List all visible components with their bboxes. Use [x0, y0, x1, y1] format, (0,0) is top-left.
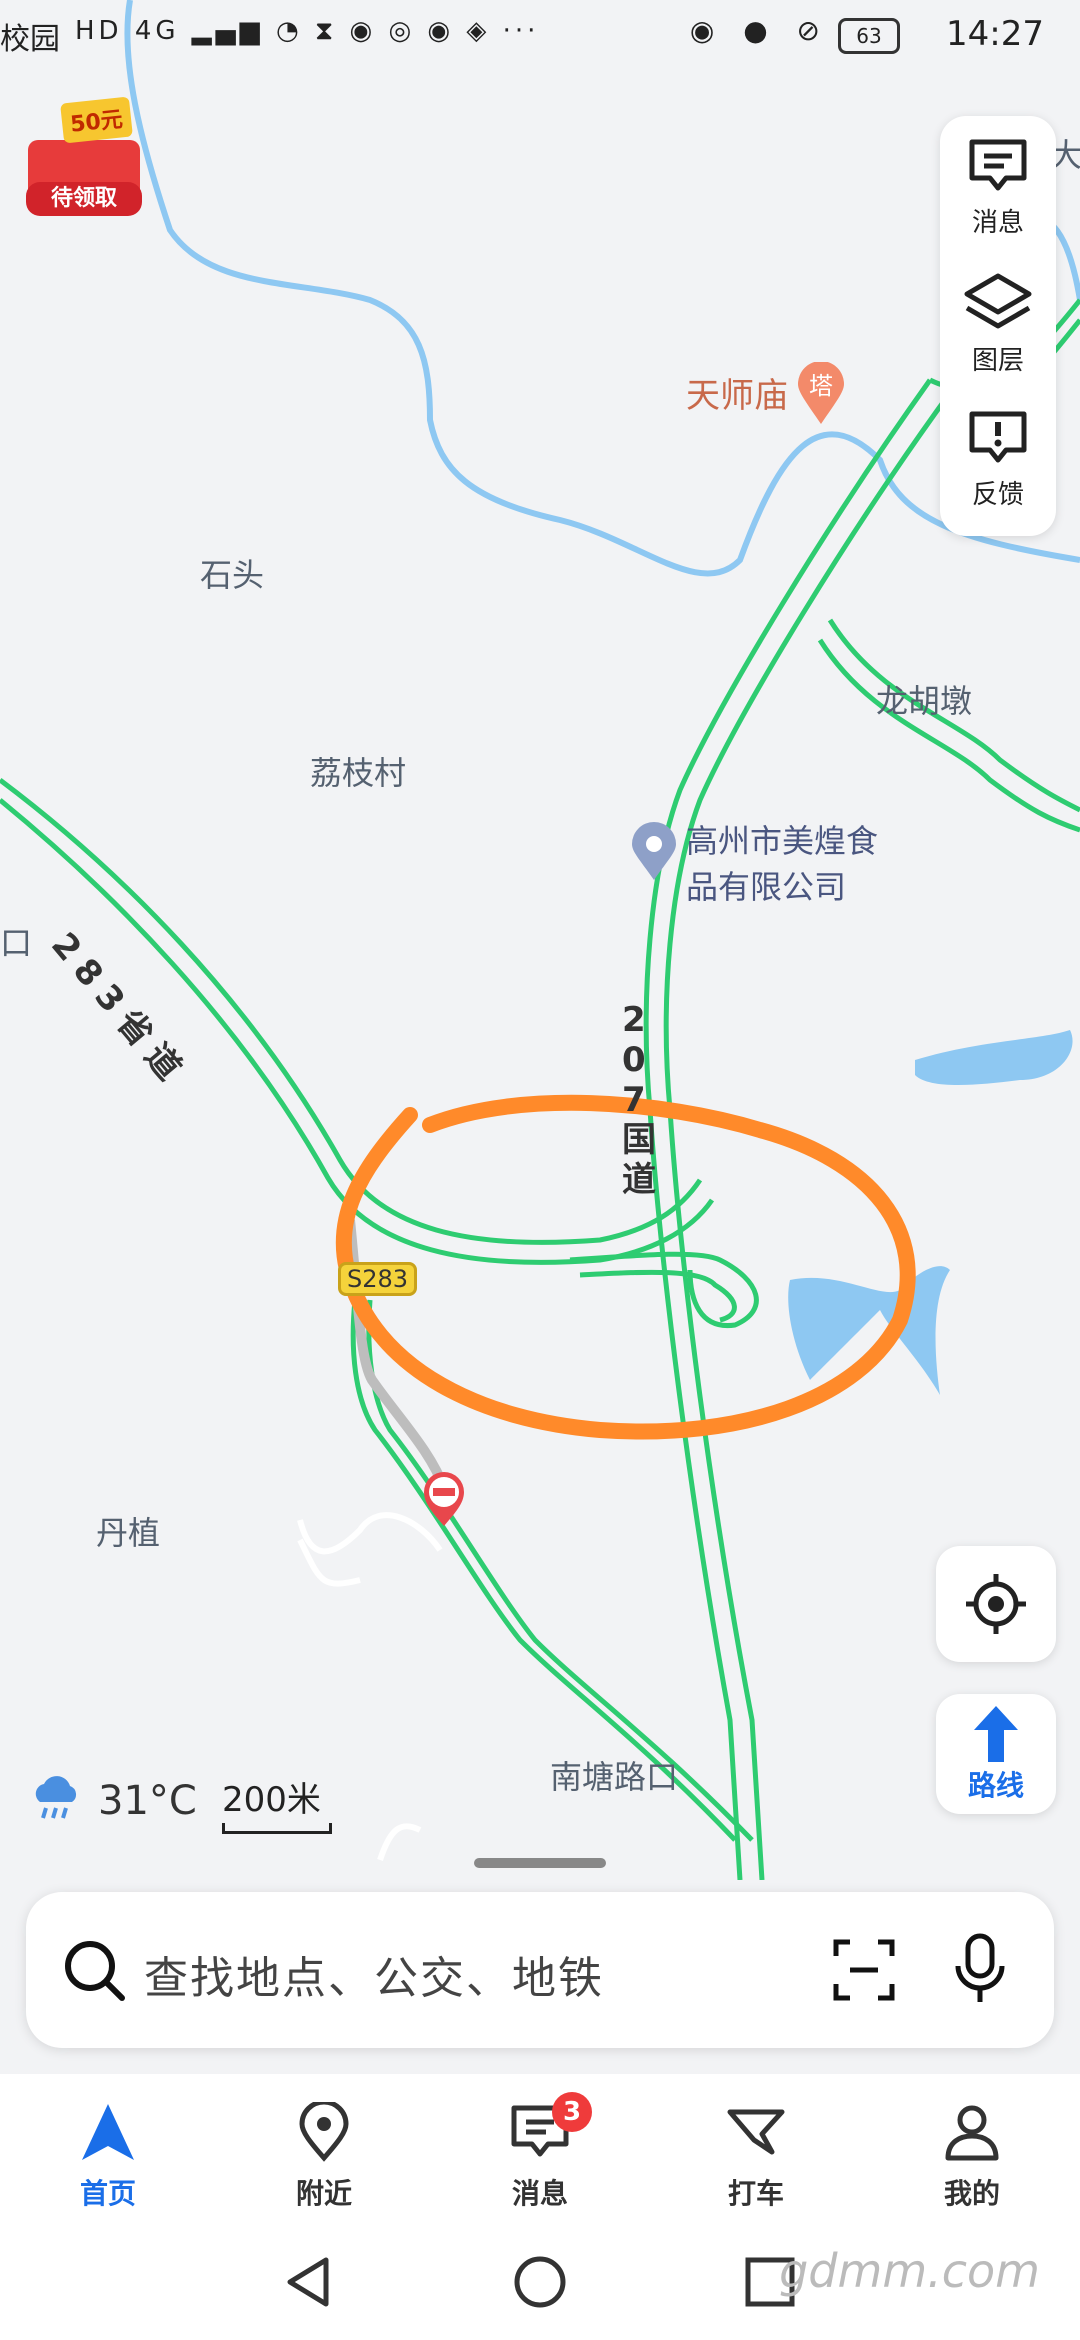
map-label-company[interactable]: 高州市美煌食 品有限公司 — [686, 816, 878, 908]
message-icon — [969, 139, 1027, 191]
status-icons: ◉ ● ⊘ — [689, 14, 830, 47]
scale-label: 200米 — [222, 1780, 321, 1820]
nav-messages-label: 消息 — [511, 2177, 568, 2210]
taxi-flag-icon — [727, 2109, 785, 2155]
status-signal: HD 4G — [75, 16, 180, 46]
search-icon — [65, 1941, 125, 2001]
system-nav-bar: gdmm.com — [0, 2224, 1080, 2340]
river — [124, 0, 1080, 577]
watermark: gdmm.com — [779, 2244, 1040, 2298]
route-button[interactable]: 路线 — [936, 1694, 1056, 1814]
tool-layers-button[interactable]: 图层 — [940, 272, 1056, 377]
tool-feedback-button[interactable]: 反馈 — [940, 410, 1056, 511]
tool-feedback-label: 反馈 — [971, 480, 1024, 510]
nav-nearby[interactable]: 附近 — [254, 2099, 394, 2212]
road-name-207: 207国道 — [622, 1000, 656, 1200]
nav-taxi-label: 打车 — [727, 2177, 784, 2210]
tool-message-button[interactable]: 消息 — [940, 138, 1056, 239]
nav-profile-label: 我的 — [943, 2177, 1000, 2210]
tool-message-label: 消息 — [971, 208, 1024, 238]
microphone-icon[interactable] — [950, 1932, 1010, 2008]
promo-label: 待领取 — [26, 182, 142, 216]
road-closed-icon[interactable] — [420, 1468, 468, 1528]
map-scale: 200米 — [222, 1772, 332, 1834]
road-shield-s283: S283 — [338, 1262, 418, 1296]
weather-temp: 31°C — [98, 1778, 197, 1824]
map-label-nantanglukou[interactable]: 南塘路口 — [550, 1752, 678, 1798]
route-arrow-icon — [974, 1706, 1018, 1762]
promo-coupon[interactable]: 50元 待领取 — [22, 96, 142, 218]
tool-layers-label: 图层 — [971, 346, 1024, 376]
status-network: HD 4G ▂▄▆ ◔ ⧗ ◉ ◎ ◉ ◈ ··· — [75, 16, 540, 46]
company-name-line2: 品有限公司 — [686, 868, 847, 906]
battery-indicator: 63 — [838, 18, 900, 54]
back-icon[interactable] — [282, 2254, 334, 2310]
map-label-edge-left: 口 — [0, 924, 33, 962]
lake — [788, 1266, 950, 1395]
message-badge: 3 — [552, 2092, 592, 2132]
map-label-tianshimiao[interactable]: 天师庙 — [686, 368, 788, 417]
location-pin-icon — [299, 2099, 349, 2162]
rain-cloud-icon — [35, 1776, 77, 1819]
scale-bar — [222, 1823, 332, 1834]
feedback-icon — [969, 411, 1027, 463]
status-left-text: 校园 — [0, 22, 60, 57]
layers-icon — [964, 273, 1032, 329]
company-name-line1: 高州市美煌食 — [686, 822, 879, 860]
route-label: 路线 — [967, 1769, 1024, 1802]
promo-amount: 50元 — [60, 96, 133, 144]
map-label-lizhicun[interactable]: 荔枝村 — [310, 748, 406, 794]
nav-taxi[interactable]: 打车 — [686, 2102, 826, 2212]
nav-profile[interactable]: 我的 — [902, 2102, 1042, 2212]
navigation-arrow-icon — [82, 2104, 134, 2160]
map-drawing — [0, 0, 1080, 1881]
home-icon[interactable] — [512, 2254, 568, 2310]
nav-home[interactable]: 首页 — [38, 2102, 178, 2212]
search-input[interactable]: 查找地点、公交、地铁 — [144, 1942, 604, 2006]
map-label-longhudun[interactable]: 龙胡墩 — [876, 676, 972, 722]
scan-icon[interactable] — [832, 1938, 896, 2002]
locate-button[interactable] — [936, 1546, 1056, 1662]
map-label-shitou[interactable]: 石头 — [200, 550, 264, 596]
status-time: 14:27 — [946, 14, 1044, 54]
drag-handle[interactable] — [474, 1858, 606, 1868]
crosshair-icon — [966, 1574, 1026, 1634]
nav-nearby-label: 附近 — [295, 2177, 352, 2210]
map-tool-panel: 消息 图层 反馈 — [940, 116, 1056, 536]
person-icon — [945, 2105, 999, 2161]
search-bar[interactable]: 查找地点、公交、地铁 — [26, 1892, 1054, 2048]
lake — [915, 1030, 1073, 1085]
map-label-danzhi[interactable]: 丹植 — [96, 1508, 160, 1554]
status-more: ··· — [502, 16, 540, 46]
weather-widget[interactable]: 31°C — [28, 1770, 197, 1830]
status-bar: 校园 HD 4G ▂▄▆ ◔ ⧗ ◉ ◎ ◉ ◈ ··· ◉ ● ⊘ 63 14… — [0, 0, 1080, 72]
nav-messages[interactable]: 3 消息 — [470, 2092, 610, 2212]
bottom-nav: 首页 附近 3 消息 打车 我的 — [0, 2074, 1080, 2224]
poi-marker-icon[interactable] — [630, 822, 678, 882]
temple-marker-icon[interactable]: 塔 — [796, 362, 846, 426]
map-canvas[interactable]: 塔 天师庙 石头 荔枝村 龙胡墩 高州市美煌食 品有限公司 丹植 南塘路口 口 … — [0, 0, 1080, 1881]
nav-home-label: 首页 — [79, 2177, 136, 2210]
svg-text:塔: 塔 — [809, 372, 833, 400]
